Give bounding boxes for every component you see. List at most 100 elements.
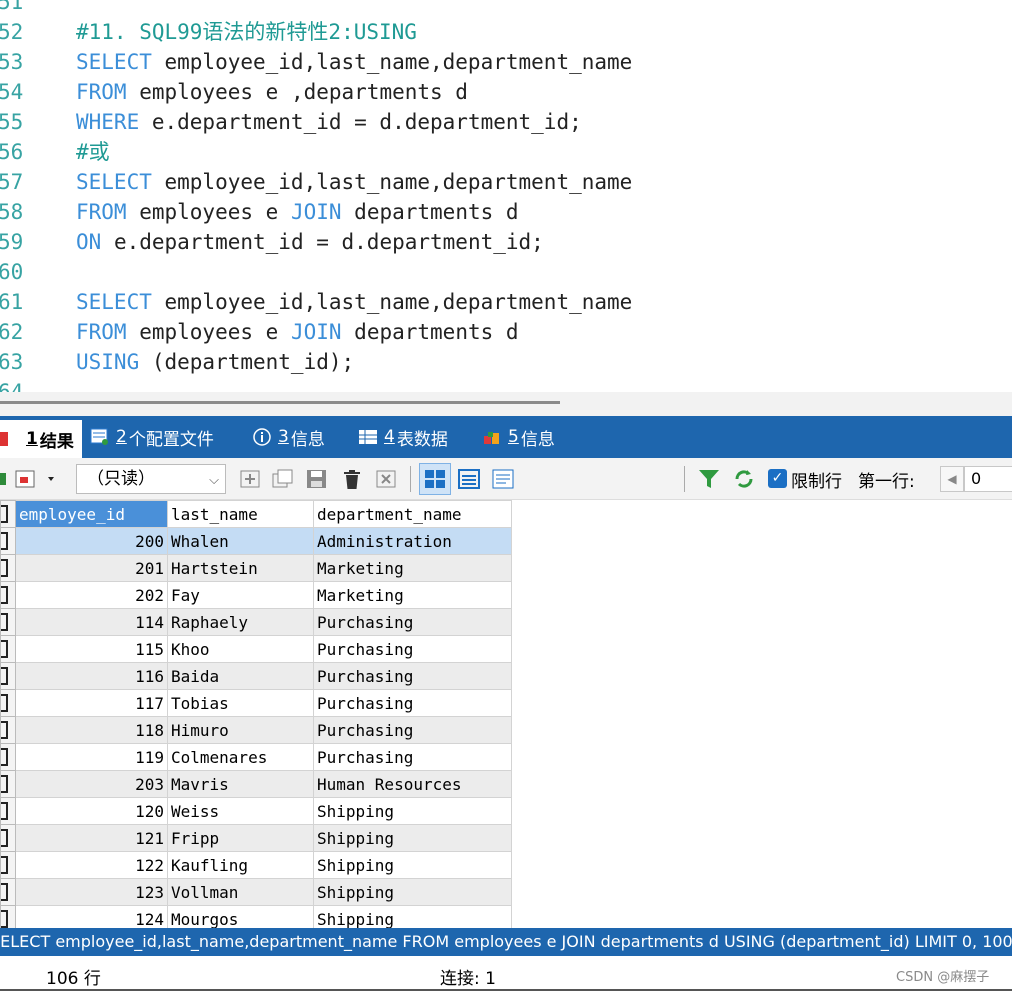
table-row[interactable]: 124 Mourgos Shipping — [0, 905, 512, 928]
cell-employee-id[interactable]: 118 — [15, 716, 168, 744]
code-line[interactable]: 54 FROM employees e ,departments d — [0, 77, 1012, 107]
row-selector[interactable] — [0, 878, 16, 906]
table-row[interactable]: 119 Colmenares Purchasing — [0, 743, 512, 771]
column-header-department-name[interactable]: department_name — [313, 500, 512, 528]
row-selector[interactable] — [0, 824, 16, 852]
row-selector[interactable] — [0, 743, 16, 771]
editor-scrollbar-thumb[interactable] — [0, 401, 560, 404]
row-selector[interactable] — [0, 662, 16, 690]
table-row[interactable]: 118 Himuro Purchasing — [0, 716, 512, 744]
cell-last-name[interactable]: Hartstein — [167, 554, 314, 582]
cell-last-name[interactable]: Mavris — [167, 770, 314, 798]
delete-icon[interactable] — [339, 465, 365, 493]
insert-row-icon[interactable] — [238, 465, 264, 493]
cell-last-name[interactable]: Vollman — [167, 878, 314, 906]
cell-last-name[interactable]: Khoo — [167, 635, 314, 663]
cell-employee-id[interactable]: 122 — [15, 851, 168, 879]
table-row[interactable]: 201 Hartstein Marketing — [0, 554, 512, 582]
cell-employee-id[interactable]: 114 — [15, 608, 168, 636]
save-icon[interactable] — [304, 465, 330, 493]
row-selector[interactable] — [0, 581, 16, 609]
cell-employee-id[interactable]: 121 — [15, 824, 168, 852]
tab-2[interactable]: 2 个配置文件 — [88, 416, 236, 458]
tab-5[interactable]: 5 信息 — [480, 416, 570, 458]
table-row[interactable]: 115 Khoo Purchasing — [0, 635, 512, 663]
readonly-select[interactable]: （只读） ⌵ — [76, 464, 226, 494]
cell-department-name[interactable]: Marketing — [313, 581, 512, 609]
table-row[interactable]: 121 Fripp Shipping — [0, 824, 512, 852]
sql-editor[interactable]: 51 52 #11. SQL99语法的新特性2:USING 53 SELECT empl… — [0, 0, 1012, 392]
previous-page-button[interactable]: ◀ — [940, 466, 964, 492]
text-view-icon[interactable] — [490, 465, 516, 493]
table-row[interactable]: 114 Raphaely Purchasing — [0, 608, 512, 636]
cell-employee-id[interactable]: 124 — [15, 905, 168, 928]
row-selector[interactable] — [0, 527, 16, 555]
cell-employee-id[interactable]: 116 — [15, 662, 168, 690]
cell-employee-id[interactable]: 201 — [15, 554, 168, 582]
cell-employee-id[interactable]: 115 — [15, 635, 168, 663]
code-line[interactable]: 56 #或 — [0, 137, 1012, 167]
cell-department-name[interactable]: Administration — [313, 527, 512, 555]
code-line[interactable]: 60 — [0, 257, 1012, 287]
cell-last-name[interactable]: Whalen — [167, 527, 314, 555]
view-mode-dropdown[interactable] — [14, 465, 58, 493]
cell-employee-id[interactable]: 120 — [15, 797, 168, 825]
row-selector[interactable] — [0, 851, 16, 879]
discard-changes-icon[interactable] — [374, 465, 400, 493]
cell-department-name[interactable]: Human Resources — [313, 770, 512, 798]
table-row[interactable]: 203 Mavris Human Resources — [0, 770, 512, 798]
code-line[interactable]: 53 SELECT employee_id,last_name,departmen… — [0, 47, 1012, 77]
cell-last-name[interactable]: Fay — [167, 581, 314, 609]
code-line[interactable]: 63 USING (department_id); — [0, 347, 1012, 377]
cell-department-name[interactable]: Purchasing — [313, 743, 512, 771]
cell-department-name[interactable]: Shipping — [313, 824, 512, 852]
column-header-employee-id[interactable]: employee_id — [15, 500, 168, 528]
row-selector[interactable] — [0, 905, 16, 928]
cell-last-name[interactable]: Himuro — [167, 716, 314, 744]
refresh-icon[interactable] — [731, 465, 757, 493]
cell-employee-id[interactable]: 123 — [15, 878, 168, 906]
cell-last-name[interactable]: Tobias — [167, 689, 314, 717]
tab-1[interactable]: 1 结果 — [0, 420, 82, 458]
cell-last-name[interactable]: Kaufling — [167, 851, 314, 879]
code-line[interactable]: 61 SELECT employee_id,last_name,departmen… — [0, 287, 1012, 317]
row-selector[interactable] — [0, 716, 16, 744]
grid-view-icon[interactable] — [419, 463, 451, 495]
code-line[interactable]: 51 — [0, 0, 1012, 17]
table-row[interactable]: 120 Weiss Shipping — [0, 797, 512, 825]
code-line[interactable]: 58 FROM employees e JOIN departments d — [0, 197, 1012, 227]
row-selector[interactable] — [0, 608, 16, 636]
code-line[interactable]: 64 — [0, 377, 1012, 392]
column-header-last-name[interactable]: last_name — [167, 500, 314, 528]
cell-department-name[interactable]: Purchasing — [313, 635, 512, 663]
cell-employee-id[interactable]: 203 — [15, 770, 168, 798]
cell-last-name[interactable]: Raphaely — [167, 608, 314, 636]
filter-icon[interactable] — [696, 465, 722, 493]
form-view-icon[interactable] — [456, 465, 482, 493]
limit-rows-checkbox[interactable]: ✓ — [768, 469, 787, 488]
cell-last-name[interactable]: Colmenares — [167, 743, 314, 771]
tab-4[interactable]: 4 表数据 — [356, 416, 466, 458]
export-icon[interactable] — [0, 465, 8, 493]
row-selector[interactable] — [0, 635, 16, 663]
select-all-cell[interactable] — [0, 500, 16, 528]
cell-department-name[interactable]: Shipping — [313, 797, 512, 825]
row-selector[interactable] — [0, 770, 16, 798]
cell-employee-id[interactable]: 202 — [15, 581, 168, 609]
cell-last-name[interactable]: Fripp — [167, 824, 314, 852]
cell-department-name[interactable]: Purchasing — [313, 662, 512, 690]
cell-department-name[interactable]: Shipping — [313, 851, 512, 879]
cell-department-name[interactable]: Marketing — [313, 554, 512, 582]
first-row-input[interactable]: 0 — [964, 466, 1012, 492]
duplicate-row-icon[interactable] — [270, 465, 296, 493]
table-row[interactable]: 116 Baida Purchasing — [0, 662, 512, 690]
cell-employee-id[interactable]: 200 — [15, 527, 168, 555]
table-row[interactable]: 122 Kaufling Shipping — [0, 851, 512, 879]
row-selector[interactable] — [0, 797, 16, 825]
cell-department-name[interactable]: Shipping — [313, 905, 512, 928]
cell-employee-id[interactable]: 119 — [15, 743, 168, 771]
cell-department-name[interactable]: Shipping — [313, 878, 512, 906]
cell-last-name[interactable]: Baida — [167, 662, 314, 690]
cell-last-name[interactable]: Weiss — [167, 797, 314, 825]
code-line[interactable]: 59 ON e.department_id = d.department_id; — [0, 227, 1012, 257]
